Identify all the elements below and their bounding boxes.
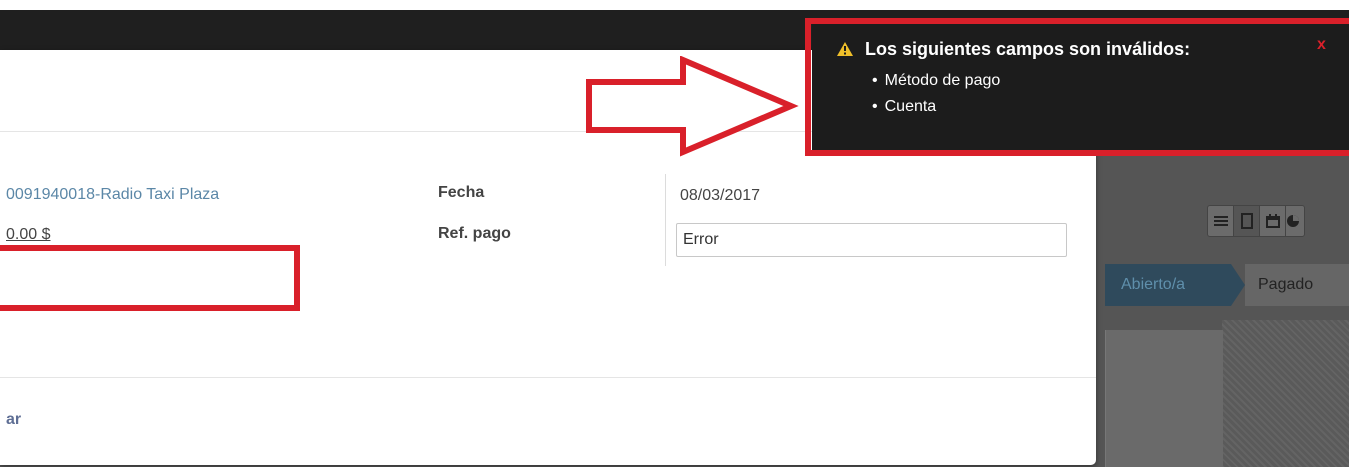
date-value: 08/03/2017	[680, 187, 761, 204]
payment-ref-input[interactable]	[676, 223, 1067, 257]
view-switcher	[1207, 205, 1305, 237]
status-paid[interactable]: Pagado	[1245, 264, 1349, 306]
partner-link[interactable]: 0091940018-Radio Taxi Plaza	[6, 186, 219, 204]
status-open[interactable]: Abierto/a	[1105, 264, 1245, 306]
annotation-arrow-icon	[586, 56, 799, 157]
annotation-notification-border	[805, 18, 1349, 156]
payment-ref-label: Ref. pago	[438, 225, 511, 242]
date-label: Fecha	[438, 184, 485, 201]
backdrop-pattern	[1222, 320, 1349, 467]
annotation-highlight-box	[0, 245, 300, 311]
status-bar: Abierto/a Pagado	[1105, 264, 1349, 306]
field-divider	[665, 174, 666, 266]
amount-value: 0.00 $	[6, 226, 51, 243]
calendar-view-icon[interactable]	[1260, 206, 1286, 236]
graph-view-icon[interactable]	[1286, 206, 1304, 236]
list-view-icon[interactable]	[1208, 206, 1234, 236]
form-view-icon[interactable]	[1234, 206, 1260, 236]
dialog-footer-divider	[0, 377, 1096, 378]
page-top-strip	[0, 0, 1349, 10]
footer-action-link[interactable]: ar	[6, 411, 21, 429]
background-form-sheet	[1105, 330, 1223, 467]
